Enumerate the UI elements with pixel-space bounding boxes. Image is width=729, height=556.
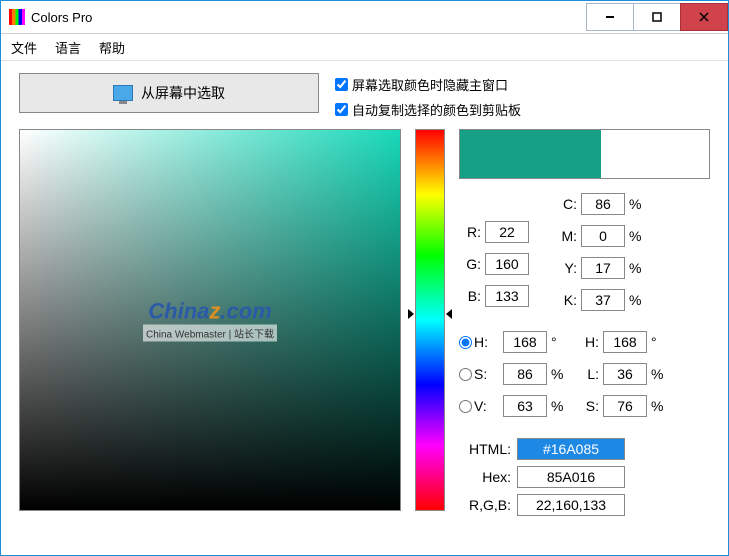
html-label: HTML: bbox=[459, 441, 511, 457]
k-label: K: bbox=[555, 292, 577, 308]
hue-slider[interactable] bbox=[415, 129, 445, 511]
menu-file[interactable]: 文件 bbox=[11, 38, 37, 57]
r-input[interactable] bbox=[485, 221, 529, 243]
l-label: L: bbox=[577, 366, 599, 382]
h2-input[interactable] bbox=[603, 331, 647, 353]
pick-from-screen-button[interactable]: 从屏幕中选取 bbox=[19, 73, 319, 113]
minimize-button[interactable] bbox=[586, 3, 634, 31]
rgb-label: R,G,B: bbox=[459, 497, 511, 513]
h-radio-row[interactable]: H: bbox=[459, 334, 499, 350]
menu-help[interactable]: 帮助 bbox=[99, 38, 125, 57]
y-input[interactable] bbox=[581, 257, 625, 279]
titlebar: Colors Pro bbox=[1, 1, 728, 34]
s2-input[interactable] bbox=[603, 395, 647, 417]
rgb-output[interactable] bbox=[517, 494, 625, 516]
html-output[interactable] bbox=[517, 438, 625, 460]
app-icon bbox=[9, 9, 25, 25]
g-label: G: bbox=[459, 256, 481, 272]
monitor-icon bbox=[113, 85, 133, 101]
c-label: C: bbox=[555, 196, 577, 212]
h-input[interactable] bbox=[503, 331, 547, 353]
k-input[interactable] bbox=[581, 289, 625, 311]
b-input[interactable] bbox=[485, 285, 529, 307]
g-input[interactable] bbox=[485, 253, 529, 275]
previous-color-swatch[interactable] bbox=[601, 130, 709, 178]
hex-label: Hex: bbox=[459, 469, 511, 485]
app-window: Colors Pro 文件 语言 帮助 从屏幕中选取 屏幕选取颜色时隐藏主窗口 … bbox=[0, 0, 729, 556]
checkbox-hide-main-input[interactable] bbox=[335, 78, 348, 91]
hex-output[interactable] bbox=[517, 466, 625, 488]
m-input[interactable] bbox=[581, 225, 625, 247]
menu-language[interactable]: 语言 bbox=[55, 38, 81, 57]
close-button[interactable] bbox=[680, 3, 728, 31]
app-title: Colors Pro bbox=[31, 10, 92, 25]
s-radio-row[interactable]: S: bbox=[459, 366, 499, 382]
h-radio[interactable] bbox=[459, 336, 472, 349]
pick-button-label: 从屏幕中选取 bbox=[141, 83, 225, 103]
v-radio[interactable] bbox=[459, 400, 472, 413]
hue-indicator bbox=[408, 309, 452, 319]
c-input[interactable] bbox=[581, 193, 625, 215]
content-area: 从屏幕中选取 屏幕选取颜色时隐藏主窗口 自动复制选择的颜色到剪贴板 Chinaz… bbox=[1, 61, 728, 555]
r-label: R: bbox=[459, 224, 481, 240]
checkbox-auto-copy[interactable]: 自动复制选择的颜色到剪贴板 bbox=[335, 100, 521, 119]
y-label: Y: bbox=[555, 260, 577, 276]
menubar: 文件 语言 帮助 bbox=[1, 34, 728, 61]
checkbox-hide-main[interactable]: 屏幕选取颜色时隐藏主窗口 bbox=[335, 75, 521, 94]
saturation-value-panel[interactable]: Chinaz.com China Webmaster | 站长下载 bbox=[19, 129, 401, 511]
s2-label: S: bbox=[577, 398, 599, 414]
b-label: B: bbox=[459, 288, 481, 304]
l-input[interactable] bbox=[603, 363, 647, 385]
maximize-button[interactable] bbox=[633, 3, 681, 31]
checkbox-auto-copy-input[interactable] bbox=[335, 103, 348, 116]
m-label: M: bbox=[555, 228, 577, 244]
watermark: Chinaz.com China Webmaster | 站长下载 bbox=[143, 299, 277, 342]
v-input[interactable] bbox=[503, 395, 547, 417]
color-swatch bbox=[459, 129, 710, 179]
s-input[interactable] bbox=[503, 363, 547, 385]
v-radio-row[interactable]: V: bbox=[459, 398, 499, 414]
s-radio[interactable] bbox=[459, 368, 472, 381]
h2-label: H: bbox=[577, 334, 599, 350]
current-color-swatch[interactable] bbox=[460, 130, 601, 178]
